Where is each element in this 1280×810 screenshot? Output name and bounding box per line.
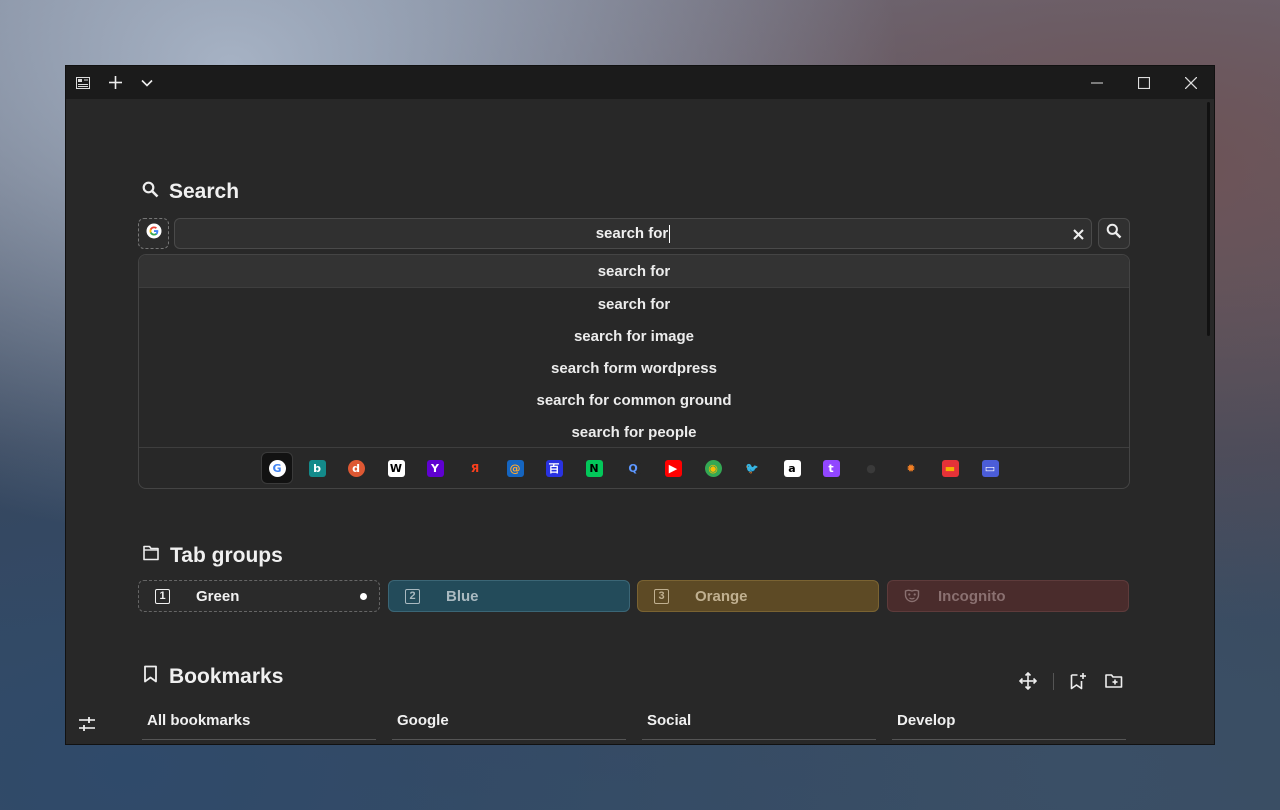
engine-custom-engine-button[interactable]: ▭ bbox=[974, 452, 1006, 484]
engine-twitter-button[interactable]: 🐦 bbox=[736, 452, 768, 484]
tab-group-blue[interactable]: 2 Blue bbox=[388, 580, 630, 612]
ebay-icon: ▬ bbox=[941, 459, 959, 477]
suggestion-item[interactable]: search for bbox=[139, 255, 1129, 288]
tab-group-incognito[interactable]: Incognito bbox=[887, 580, 1129, 612]
engine-google-maps-button[interactable]: ◉ bbox=[697, 452, 729, 484]
settings-sliders-icon[interactable] bbox=[76, 713, 98, 735]
suggestion-item[interactable]: search for common ground bbox=[139, 384, 1129, 416]
plus-icon[interactable] bbox=[102, 66, 128, 99]
bookmark-tab-all[interactable]: All bookmarks bbox=[142, 712, 376, 740]
add-bookmark-icon[interactable] bbox=[1067, 670, 1089, 692]
baidu-icon: 百 bbox=[545, 459, 563, 477]
active-dot-icon bbox=[360, 592, 367, 600]
engine-wikipedia-button[interactable]: W bbox=[380, 452, 412, 484]
close-icon[interactable] bbox=[1176, 66, 1206, 99]
twitter-icon: 🐦 bbox=[743, 459, 761, 477]
engine-yahoo-button[interactable]: Y bbox=[419, 452, 451, 484]
search-engine-selector[interactable] bbox=[138, 218, 169, 249]
amazon-icon: a bbox=[783, 459, 801, 477]
engine-google-button[interactable]: G bbox=[261, 452, 293, 484]
google-maps-icon: ◉ bbox=[704, 459, 722, 477]
engine-stack-overflow-button[interactable]: ✹ bbox=[895, 452, 927, 484]
search-query-text: search for bbox=[595, 225, 669, 242]
group-number-badge: 3 bbox=[654, 588, 669, 604]
bookmarks-section-title: Bookmarks bbox=[142, 665, 283, 689]
bookmark-icon bbox=[142, 665, 159, 689]
move-icon[interactable] bbox=[1017, 670, 1039, 692]
engine-yandex-button[interactable]: Я bbox=[459, 452, 491, 484]
search-icon bbox=[142, 180, 159, 204]
tab-groups-heading: Tab groups bbox=[170, 544, 283, 567]
title-bar bbox=[66, 66, 1214, 99]
engine-amazon-button[interactable]: a bbox=[776, 452, 808, 484]
scrollbar-thumb[interactable] bbox=[1207, 102, 1210, 336]
bookmark-tab-google[interactable]: Google bbox=[392, 712, 626, 740]
bookmarks-heading: Bookmarks bbox=[169, 665, 284, 688]
engine-naver-button[interactable]: N bbox=[578, 452, 610, 484]
github-icon: ● bbox=[862, 459, 880, 477]
youtube-icon: ▶ bbox=[664, 459, 682, 477]
folder-icon bbox=[142, 544, 160, 568]
suggestion-item[interactable]: search for people bbox=[139, 416, 1129, 448]
tab-group-label: Blue bbox=[446, 587, 479, 605]
wikipedia-icon: W bbox=[387, 459, 405, 477]
tab-group-label: Incognito bbox=[938, 587, 1006, 605]
bing-icon: b bbox=[308, 459, 326, 477]
search-input[interactable]: search for bbox=[174, 218, 1092, 249]
text-caret bbox=[669, 224, 671, 243]
clear-search-icon[interactable] bbox=[1068, 224, 1088, 244]
maximize-icon[interactable] bbox=[1129, 66, 1159, 99]
group-number-badge: 2 bbox=[405, 588, 420, 604]
yahoo-icon: Y bbox=[426, 459, 444, 477]
suggestions-dropdown: search for search for search for image s… bbox=[138, 254, 1130, 489]
suggestion-item[interactable]: search form wordpress bbox=[139, 352, 1129, 384]
yandex-icon: Я bbox=[466, 459, 484, 477]
engine-youtube-button[interactable]: ▶ bbox=[657, 452, 689, 484]
google-icon: G bbox=[268, 459, 286, 477]
minimize-icon[interactable] bbox=[1082, 66, 1112, 99]
search-submit-button[interactable] bbox=[1098, 218, 1130, 249]
search-heading: Search bbox=[169, 180, 240, 203]
custom-engine-icon: ▭ bbox=[981, 459, 999, 477]
tab-group-label: Green bbox=[196, 587, 240, 605]
tab-group-orange[interactable]: 3 Orange bbox=[637, 580, 879, 612]
engine-ebay-button[interactable]: ▬ bbox=[934, 452, 966, 484]
sidebar-icon[interactable] bbox=[70, 66, 96, 99]
chevron-down-icon[interactable] bbox=[134, 66, 160, 99]
suggestion-item[interactable]: search for bbox=[139, 288, 1129, 320]
tab-group-green[interactable]: 1 Green bbox=[138, 580, 380, 612]
engine-duckduckgo-button[interactable]: d bbox=[340, 452, 372, 484]
search-section-title: Search bbox=[142, 180, 239, 204]
stack-overflow-icon: ✹ bbox=[902, 459, 920, 477]
bookmark-tab-social[interactable]: Social bbox=[642, 712, 876, 740]
engine-twitch-button[interactable]: t bbox=[815, 452, 847, 484]
bookmark-tab-develop[interactable]: Develop bbox=[892, 712, 1126, 740]
add-folder-icon[interactable] bbox=[1103, 670, 1125, 692]
search-icon bbox=[1106, 223, 1122, 244]
duckduckgo-icon: d bbox=[347, 459, 365, 477]
incognito-mask-icon bbox=[904, 589, 920, 603]
toolbar-divider bbox=[1053, 673, 1054, 690]
suggestion-item[interactable]: search for image bbox=[139, 320, 1129, 352]
tab-group-label: Orange bbox=[695, 587, 748, 605]
qwant-icon: Q bbox=[624, 459, 642, 477]
engine-bing-button[interactable]: b bbox=[301, 452, 333, 484]
google-icon bbox=[146, 223, 162, 244]
search-engines-row: Gb d W Y Я @ 百 N Q ▶ ◉ 🐦 a t ● ✹ ▬ ▭ bbox=[139, 447, 1129, 488]
browser-window: Search search for search for search for … bbox=[65, 65, 1215, 745]
group-number-badge: 1 bbox=[155, 588, 170, 604]
engine-mail-ru-button[interactable]: @ bbox=[499, 452, 531, 484]
engine-baidu-button[interactable]: 百 bbox=[538, 452, 570, 484]
tab-groups-section-title: Tab groups bbox=[142, 544, 283, 568]
engine-qwant-button[interactable]: Q bbox=[617, 452, 649, 484]
naver-icon: N bbox=[585, 459, 603, 477]
mail-ru-icon: @ bbox=[506, 459, 524, 477]
engine-github-button[interactable]: ● bbox=[855, 452, 887, 484]
twitch-icon: t bbox=[822, 459, 840, 477]
